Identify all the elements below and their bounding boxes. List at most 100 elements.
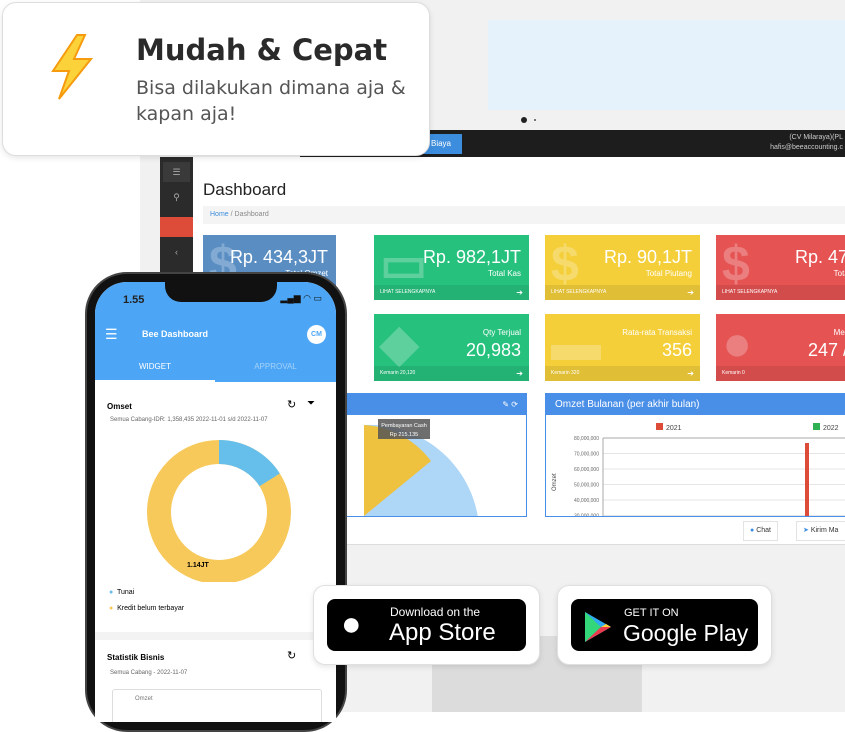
y-tick: 50,000,000 bbox=[574, 483, 599, 489]
tile-value: Rp. 47,3 bbox=[794, 247, 845, 267]
status-icons: ▂▄▆ ◠ ▭ bbox=[280, 293, 322, 303]
tile-icon: ◆ bbox=[380, 315, 419, 371]
google-play-big-text: Google Play bbox=[623, 620, 749, 646]
user-email: hafis@beeaccounting.c bbox=[770, 144, 843, 151]
legend-label: Kredit belum terbayar bbox=[117, 605, 185, 612]
send-icon: ➤ bbox=[803, 527, 809, 534]
tab-approval[interactable]: APPROVAL bbox=[215, 354, 336, 382]
breadcrumb: Home / Dashboard bbox=[203, 206, 845, 224]
tile-footer[interactable]: LIHAT SELENGKAPNYA➔ bbox=[716, 285, 845, 300]
tile-label: Member bbox=[833, 328, 845, 337]
section-divider bbox=[95, 632, 336, 640]
tile-footer[interactable]: Kemarin 0➔ bbox=[716, 366, 845, 381]
user-info[interactable]: (CV Milaraya)(PL hafis@beeaccounting.c bbox=[770, 133, 843, 153]
legend-dot: ● bbox=[109, 589, 114, 596]
tile-label: Total Hu bbox=[833, 269, 845, 278]
breadcrumb-home[interactable]: Home bbox=[210, 211, 229, 218]
webcam bbox=[521, 117, 527, 123]
google-play-badge-container: GET IT ON Google Play bbox=[557, 585, 772, 665]
legend-2022: 2022 bbox=[823, 425, 839, 432]
tile-footer-text: LIHAT SELENGKAPNYA bbox=[722, 289, 778, 295]
webcam-light bbox=[534, 119, 536, 121]
promo-subtitle: Bisa dilakukan dimana aja & kapan aja! bbox=[136, 77, 406, 125]
tile-footer[interactable]: Kemarin 320 ➔ bbox=[545, 366, 700, 381]
app-store-button[interactable]: ● Download on the App Store bbox=[327, 599, 526, 651]
chat-icon: ● bbox=[750, 527, 755, 534]
tile-value: Rp. 434,3JT bbox=[229, 247, 328, 267]
search-icon[interactable]: ⚲ bbox=[163, 187, 190, 207]
hamburger-menu-icon[interactable]: ☰ bbox=[105, 326, 118, 343]
breadcrumb-current: Dashboard bbox=[234, 211, 269, 218]
tile-footer[interactable]: Kemarin 20,120 ➔ bbox=[374, 366, 529, 381]
tab-widget[interactable]: WIDGET bbox=[95, 354, 215, 382]
promo-title: Mudah & Cepat bbox=[136, 33, 388, 67]
y-tick: 80,000,000 bbox=[574, 436, 599, 442]
stat-tile[interactable]: ● Member 247 / 2 Kemarin 0➔ bbox=[716, 314, 845, 381]
filter-icon[interactable]: ⏷ bbox=[307, 398, 315, 409]
chat-label: Chat bbox=[756, 527, 771, 534]
app-store-big-text: App Store bbox=[389, 619, 496, 646]
promo-card: Mudah & Cepat Bisa dilakukan dimana aja … bbox=[2, 2, 430, 156]
app-title: Bee Dashboard bbox=[142, 329, 209, 339]
stat-tile[interactable]: $ Rp. 90,1JT Total Piutang LIHAT SELENGKAPN… bbox=[545, 235, 700, 300]
donut-legend: ● Tunai ● Kredit belum terbayar bbox=[109, 585, 184, 617]
arrow-circle-icon: ➔ bbox=[687, 369, 694, 378]
sidebar-active-item[interactable] bbox=[160, 217, 193, 237]
omzet-stat-card[interactable]: Omzet bbox=[112, 689, 322, 722]
tile-value: 20,983 bbox=[465, 340, 521, 360]
legend-2021: 2021 bbox=[666, 425, 682, 432]
legend-swatch-2021 bbox=[656, 423, 663, 430]
tile-icon: ● bbox=[722, 315, 753, 371]
tile-label: Total Piutang bbox=[645, 269, 692, 278]
tile-footer[interactable]: LIHAT SELENGKAPNYA➔ bbox=[374, 285, 529, 300]
tooltip-title: Pembayaran Cash bbox=[381, 423, 427, 429]
stat-tile[interactable]: ▬ Rata-rata Transaksi 356 Kemarin 320 ➔ bbox=[545, 314, 700, 381]
stat-tile[interactable]: ◆ Qty Terjual 20,983 Kemarin 20,120 ➔ bbox=[374, 314, 529, 381]
y-axis-label: Omzet bbox=[552, 473, 558, 491]
legend-item-kredit: ● Kredit belum terbayar bbox=[109, 601, 184, 617]
phone-screen: 1.55 ▂▄▆ ◠ ▭ ☰ Bee Dashboard CM WIDGET A… bbox=[95, 282, 336, 722]
legend-item-tunai: ● Tunai bbox=[109, 585, 184, 601]
stat-tile[interactable]: ▭ Rp. 982,1JT Total Kas LIHAT SELENGKAPNYA ➔ bbox=[374, 235, 529, 300]
tile-label: Total Kas bbox=[488, 269, 521, 278]
background-panel bbox=[488, 20, 845, 110]
refresh-icon[interactable]: ↻ bbox=[287, 398, 296, 411]
lightning-icon bbox=[51, 34, 94, 100]
bar-2021 bbox=[805, 443, 809, 516]
arrow-circle-icon: ➔ bbox=[687, 288, 694, 297]
page-title: Dashboard bbox=[203, 180, 287, 199]
app-store-small-text: Download on the bbox=[390, 605, 481, 619]
tile-icon: ▬ bbox=[551, 315, 601, 371]
send-label: Kirim Ma bbox=[810, 527, 839, 534]
avatar[interactable]: CM bbox=[307, 325, 326, 344]
arrow-circle-icon: ➔ bbox=[516, 369, 523, 378]
donut-label: 1.14JT bbox=[187, 562, 210, 569]
statistik-title: Statistik Bisnis bbox=[107, 653, 165, 662]
google-play-small-text: GET IT ON bbox=[624, 607, 679, 619]
company-name: (CV Milaraya)(PL bbox=[789, 134, 843, 141]
apple-icon: ● bbox=[341, 605, 362, 643]
tile-value: Rp. 982,1JT bbox=[422, 247, 521, 267]
send-button[interactable]: ➤ Kirim Ma bbox=[796, 521, 845, 541]
statistik-subtitle: Semua Cabang - 2022-11-07 bbox=[110, 670, 188, 676]
google-play-button[interactable]: GET IT ON Google Play bbox=[571, 599, 758, 651]
tile-footer-text: LIHAT SELENGKAPNYA bbox=[380, 289, 436, 295]
legend-label: Tunai bbox=[117, 589, 135, 596]
chevron-left-icon[interactable]: ‹ bbox=[163, 242, 190, 262]
refresh-icon[interactable]: ↻ bbox=[287, 649, 296, 662]
omset-title: Omset bbox=[107, 402, 132, 411]
tile-footer[interactable]: LIHAT SELENGKAPNYA➔ bbox=[545, 285, 700, 300]
tile-footer-text: Kemarin 0 bbox=[722, 370, 745, 376]
tooltip-value: Rp 215.135 bbox=[390, 432, 418, 438]
phone-notch bbox=[165, 280, 277, 302]
y-tick: 60,000,000 bbox=[574, 467, 599, 473]
menu-icon[interactable]: ☰ bbox=[163, 162, 190, 182]
stat-tile[interactable]: $Rp. 47,3Total HuLIHAT SELENGKAPNYA➔ bbox=[716, 235, 845, 300]
tile-footer-text: Kemarin 20,120 bbox=[380, 370, 416, 376]
google-play-icon bbox=[585, 612, 611, 642]
tile-value: 247 / 2 bbox=[807, 340, 845, 360]
chat-button[interactable]: ● Chat bbox=[743, 521, 778, 541]
bar-chart: 2021 2022 Omzet 80,000,000 70,000,000 60,0… bbox=[552, 423, 845, 516]
legend-dot: ● bbox=[109, 605, 114, 612]
donut-chart: 1.14JT bbox=[147, 440, 291, 582]
